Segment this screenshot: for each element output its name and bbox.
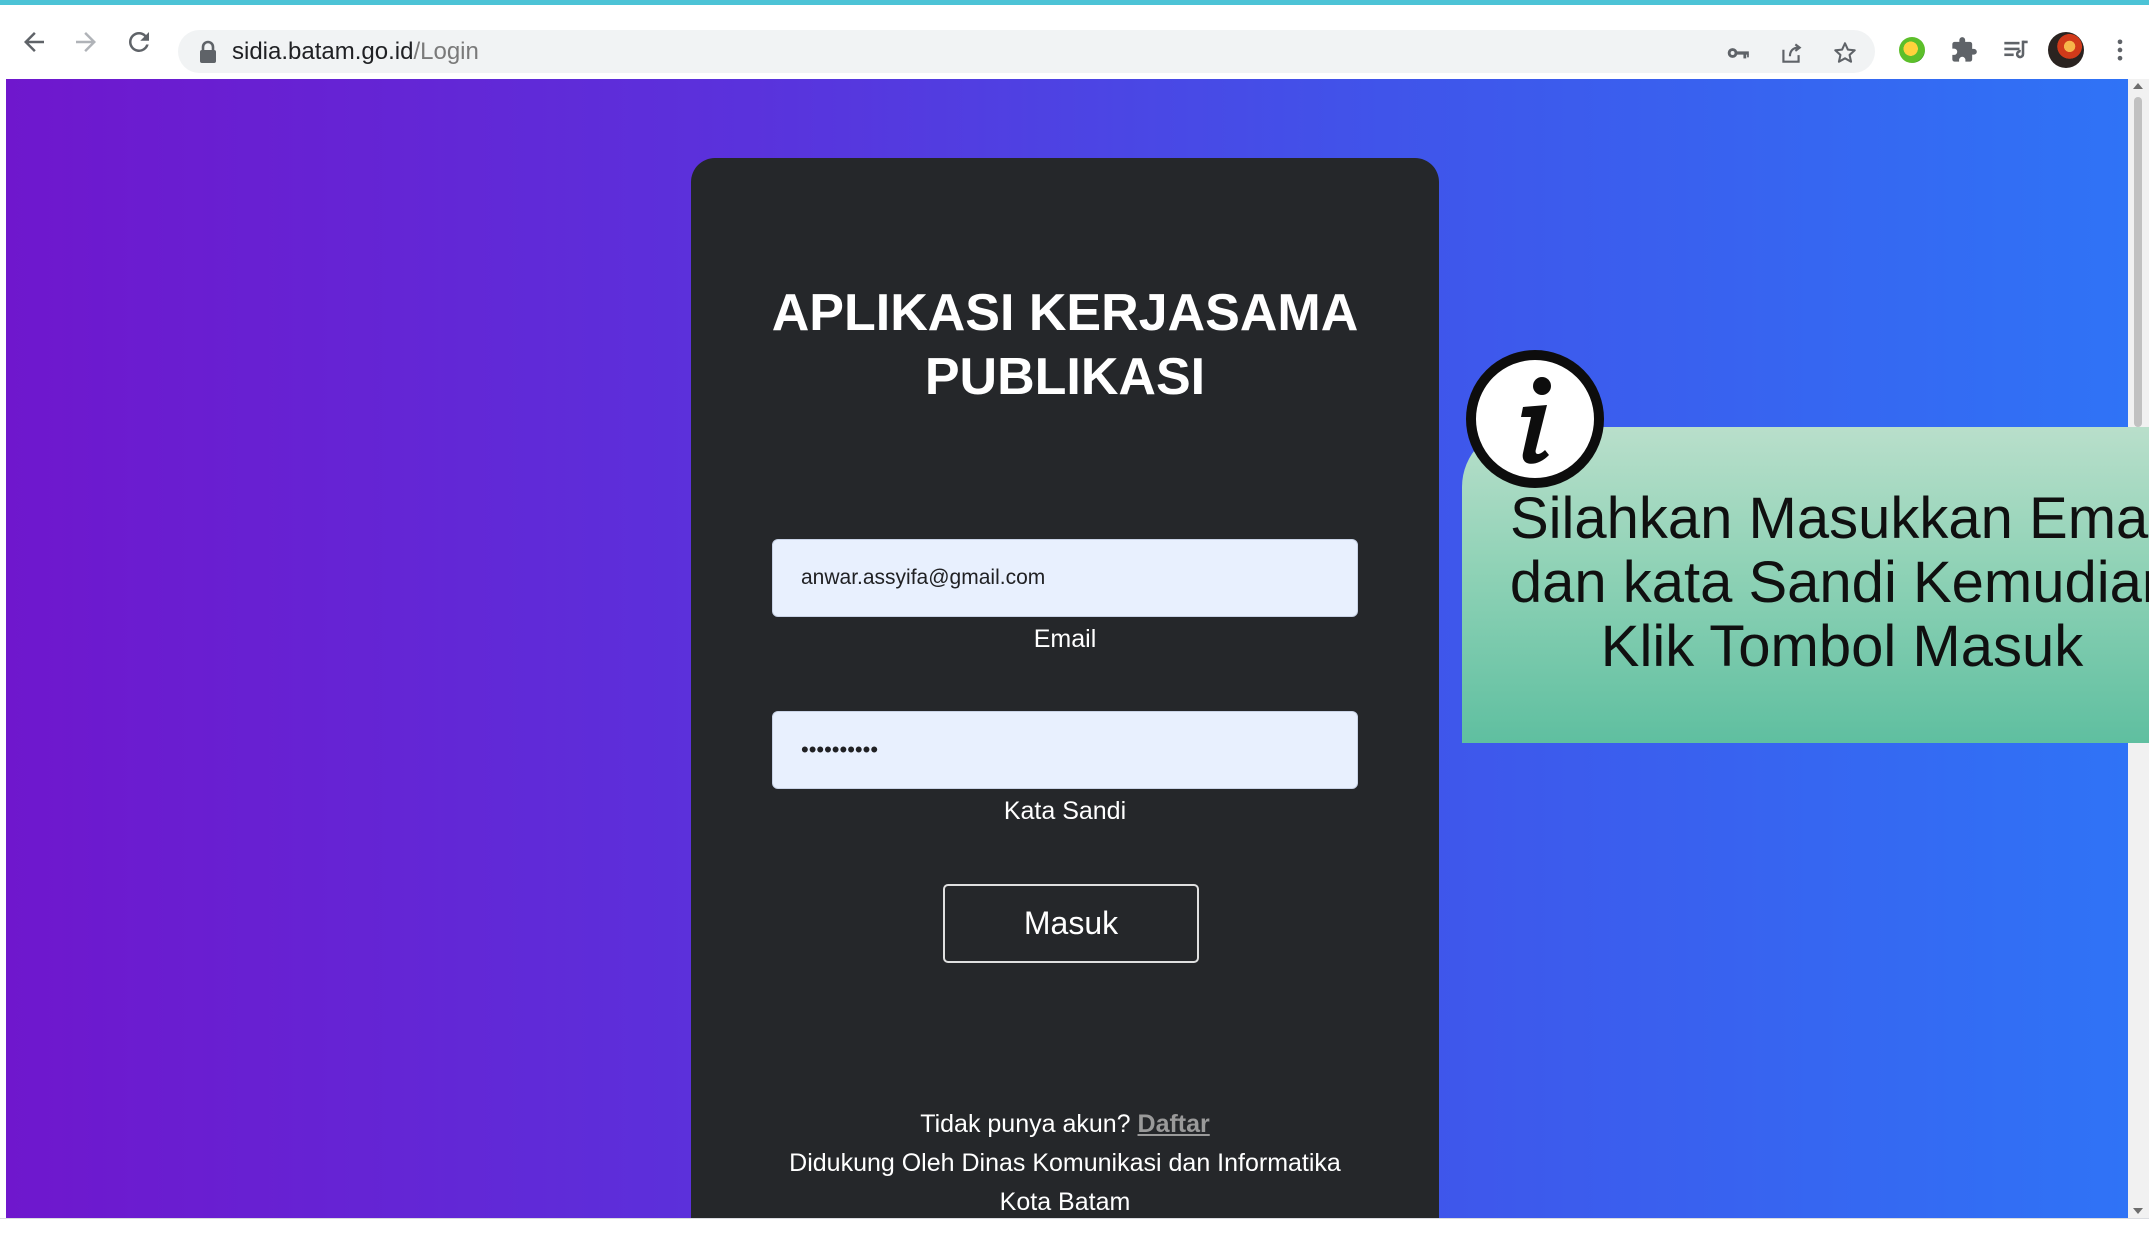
callout-text: Silahkan Masukkan Email dan kata Sandi K… bbox=[1462, 487, 2149, 679]
window-bottom-edge bbox=[0, 1218, 2149, 1238]
profile-avatar[interactable] bbox=[2048, 32, 2084, 68]
extension-globe-icon[interactable] bbox=[1894, 32, 1930, 68]
scroll-thumb[interactable] bbox=[2134, 97, 2142, 427]
register-link[interactable]: Daftar bbox=[1138, 1110, 1210, 1138]
back-arrow-icon[interactable] bbox=[14, 22, 54, 62]
login-card: APLIKASI KERJASAMA PUBLIKASI Email Kata … bbox=[691, 158, 1439, 1218]
title-line-1: APLIKASI KERJASAMA bbox=[771, 284, 1359, 342]
password-field[interactable] bbox=[772, 711, 1358, 789]
browser-toolbar: sidia.batam.go.id/Login bbox=[0, 5, 2149, 77]
email-label: Email bbox=[1033, 625, 1097, 653]
key-icon[interactable] bbox=[1723, 38, 1753, 68]
url-text[interactable]: sidia.batam.go.id/Login bbox=[232, 37, 479, 67]
puzzle-icon[interactable] bbox=[1946, 32, 1982, 68]
address-bar[interactable]: sidia.batam.go.id/Login bbox=[178, 30, 1875, 73]
reload-icon[interactable] bbox=[119, 22, 159, 62]
url-domain: sidia.batam.go.id bbox=[232, 38, 414, 65]
support-line-2: Kota Batam bbox=[999, 1188, 1131, 1216]
reading-list-icon[interactable] bbox=[1998, 32, 2034, 68]
more-vert-icon[interactable] bbox=[2102, 32, 2138, 68]
login-submit-button[interactable]: Masuk bbox=[943, 884, 1199, 963]
star-icon[interactable] bbox=[1830, 38, 1860, 68]
support-line-1: Didukung Oleh Dinas Komunikasi dan Infor… bbox=[789, 1149, 1341, 1177]
callout-line-1: Silahkan Masukkan Email bbox=[1509, 486, 2149, 551]
register-prompt: Tidak punya akun? Daftar bbox=[691, 1105, 1439, 1144]
callout-line-2: dan kata Sandi Kemudian bbox=[1509, 550, 2149, 615]
email-field[interactable] bbox=[772, 539, 1358, 617]
info-icon bbox=[1465, 349, 1605, 489]
forward-arrow-icon[interactable] bbox=[66, 22, 106, 62]
scroll-up-arrow[interactable] bbox=[2133, 83, 2143, 89]
screenshot-frame: sidia.batam.go.id/Login APLIKASI KERJASA… bbox=[0, 0, 2149, 1238]
lock-icon[interactable] bbox=[196, 39, 220, 65]
password-label: Kata Sandi bbox=[1003, 797, 1127, 825]
page-title: APLIKASI KERJASAMA PUBLIKASI bbox=[691, 281, 1439, 409]
share-icon[interactable] bbox=[1776, 38, 1806, 68]
callout-line-3: Klik Tombol Masuk bbox=[1600, 614, 2084, 679]
scroll-down-arrow[interactable] bbox=[2133, 1208, 2143, 1214]
no-account-text: Tidak punya akun? bbox=[920, 1110, 1131, 1138]
url-path: /Login bbox=[413, 38, 479, 65]
title-line-2: PUBLIKASI bbox=[924, 348, 1206, 406]
